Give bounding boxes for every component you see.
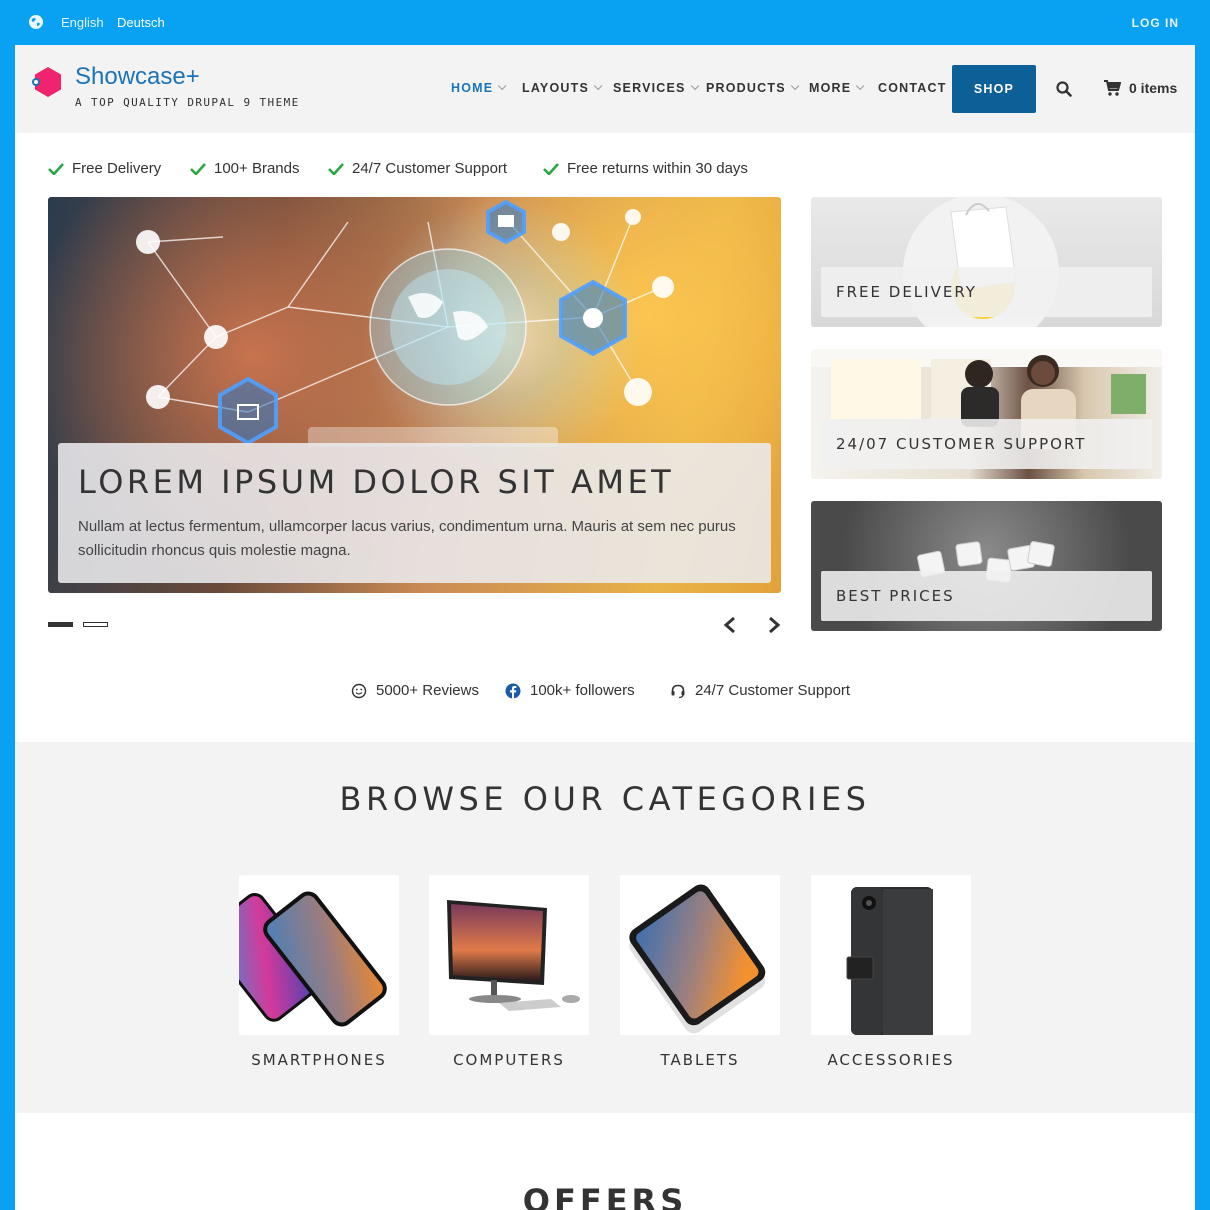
cart-count[interactable]: 0 items [1129, 80, 1177, 96]
language-deutsch-link[interactable]: Deutsch [117, 15, 165, 30]
slider-dot-1[interactable] [48, 622, 73, 627]
promo-label: BEST PRICES [821, 571, 1152, 621]
category-label[interactable]: ACCESSORIES [811, 1051, 971, 1069]
chevron-down-icon [790, 81, 800, 91]
check-icon [48, 162, 64, 175]
headset-icon [671, 684, 685, 698]
logo-icon[interactable] [31, 65, 65, 99]
cart-icon[interactable] [1103, 79, 1121, 97]
promo-label: FREE DELIVERY [821, 267, 1152, 317]
stat-label: 5000+ Reviews [376, 682, 479, 699]
chevron-down-icon [593, 81, 603, 91]
login-link[interactable]: LOG IN [1132, 16, 1179, 30]
nav-contact[interactable]: CONTACT [878, 81, 947, 95]
nav-products-label: PRODUCTS [706, 81, 786, 95]
site-slogan: A TOP QUALITY DRUPAL 9 THEME [75, 96, 300, 109]
promo-free-delivery[interactable]: FREE DELIVERY [811, 197, 1162, 327]
stat-followers: 100k+ followers [505, 682, 635, 699]
check-icon [328, 162, 344, 175]
feature-label: Free returns within 30 days [567, 160, 748, 177]
nav-services[interactable]: SERVICES [613, 81, 699, 95]
shop-button[interactable]: SHOP [952, 65, 1036, 113]
smartphone-image [239, 891, 387, 1027]
search-icon[interactable] [1055, 80, 1073, 98]
site-name[interactable]: Showcase+ [75, 63, 200, 91]
nav-products[interactable]: PRODUCTS [706, 81, 800, 95]
slider-dot-2[interactable] [83, 622, 108, 627]
categories-section: BROWSE OUR CATEGORIES SMARTPHONES COMPUT… [15, 742, 1195, 1113]
tablet-image [629, 884, 766, 1034]
smiley-icon [351, 683, 367, 698]
nav-more[interactable]: MORE [809, 81, 865, 95]
arrow-right-icon[interactable] [766, 616, 782, 634]
feature-label: Free Delivery [72, 160, 162, 177]
stat-reviews: 5000+ Reviews [351, 682, 479, 699]
stat-support: 24/7 Customer Support [670, 682, 850, 699]
promo-best-prices[interactable]: BEST PRICES [811, 501, 1162, 631]
top-bar: English Deutsch LOG IN [0, 0, 1210, 45]
feature-support: 24/7 Customer Support [328, 160, 507, 177]
check-icon [543, 162, 559, 175]
feature-label: 100+ Brands [214, 160, 300, 177]
chevron-down-icon [690, 81, 699, 91]
stat-label: 100k+ followers [530, 682, 635, 699]
nav-more-label: MORE [809, 81, 852, 95]
category-smartphones-card[interactable] [239, 875, 399, 1035]
stat-label: 24/7 Customer Support [695, 682, 851, 699]
globe-icon [29, 15, 43, 29]
feature-free-delivery: Free Delivery [48, 160, 161, 177]
feature-label: 24/7 Customer Support [352, 160, 508, 177]
offers-title: OFFERS [522, 1182, 688, 1210]
chevron-down-icon [498, 81, 507, 91]
category-label[interactable]: SMARTPHONES [239, 1051, 399, 1069]
hero-caption: LOREM IPSUM DOLOR SIT AMET Nullam at lec… [58, 443, 771, 583]
phone-case-image [846, 887, 933, 1035]
category-label[interactable]: COMPUTERS [429, 1051, 589, 1069]
nav-home[interactable]: HOME [451, 81, 507, 95]
feature-brands: 100+ Brands [190, 160, 299, 177]
nav-layouts[interactable]: LAYOUTS [522, 81, 603, 95]
hero-title: LOREM IPSUM DOLOR SIT AMET [78, 463, 675, 501]
computer-image [447, 900, 580, 1011]
hero-slider[interactable]: LOREM IPSUM DOLOR SIT AMET Nullam at lec… [48, 197, 781, 593]
chevron-down-icon [856, 81, 865, 91]
check-icon [190, 162, 206, 175]
category-accessories-card[interactable] [811, 875, 971, 1035]
language-english-link[interactable]: English [61, 15, 104, 30]
page-container: Showcase+ A TOP QUALITY DRUPAL 9 THEME H… [15, 45, 1195, 1210]
feature-returns: Free returns within 30 days [543, 160, 748, 177]
arrow-left-icon[interactable] [722, 616, 738, 634]
slider-pagination [48, 622, 108, 627]
category-label[interactable]: TABLETS [620, 1051, 780, 1069]
nav-home-label: HOME [451, 81, 494, 95]
category-tablets-card[interactable] [620, 875, 780, 1035]
promo-customer-support[interactable]: 24/07 CUSTOMER SUPPORT [811, 349, 1162, 479]
category-computers-card[interactable] [429, 875, 589, 1035]
facebook-icon[interactable] [505, 683, 521, 699]
promo-label: 24/07 CUSTOMER SUPPORT [821, 419, 1152, 469]
nav-services-label: SERVICES [613, 81, 686, 95]
site-header: Showcase+ A TOP QUALITY DRUPAL 9 THEME H… [15, 45, 1195, 133]
categories-title: BROWSE OUR CATEGORIES [339, 780, 871, 818]
hero-text: Nullam at lectus fermentum, ullamcorper … [78, 518, 736, 559]
nav-layouts-label: LAYOUTS [522, 81, 589, 95]
